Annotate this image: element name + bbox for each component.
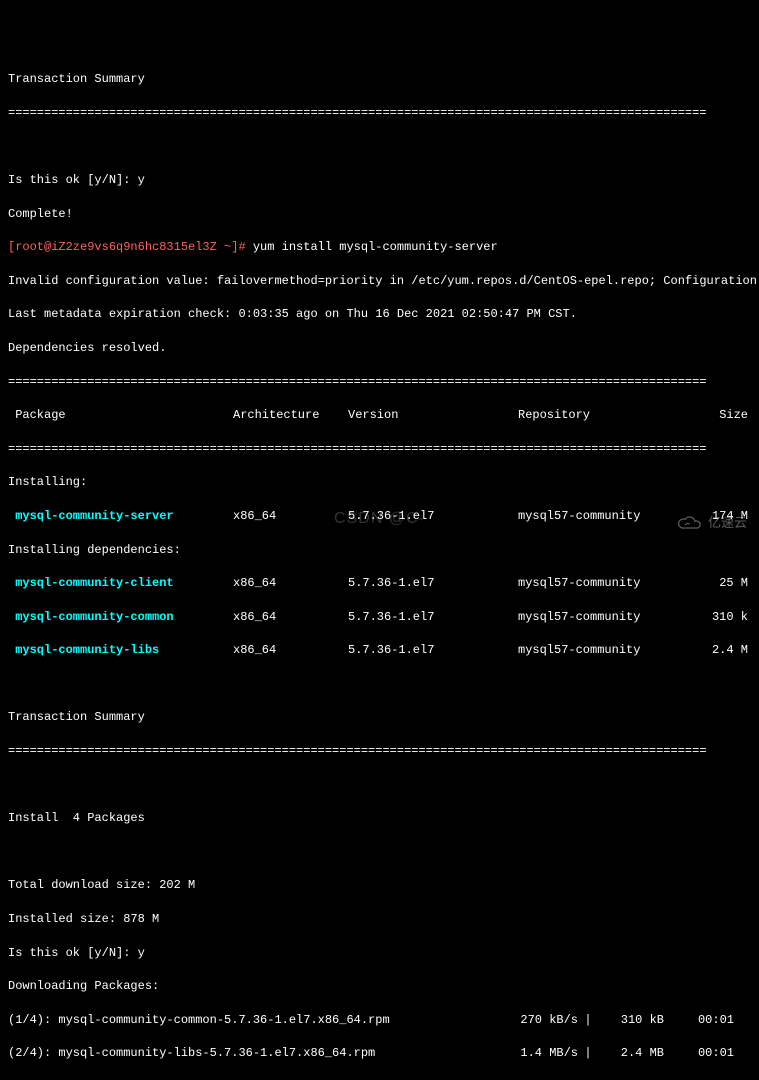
pkg-arch: x86_64: [233, 575, 348, 592]
separator: ========================================…: [8, 105, 751, 122]
pkg-arch: x86_64: [233, 508, 348, 525]
blank: [8, 138, 751, 155]
confirm-prompt: Is this ok [y/N]: y: [8, 172, 751, 189]
pkg-version: 5.7.36-1.el7: [348, 575, 518, 592]
downloading-label: Downloading Packages:: [8, 978, 751, 995]
company-text: 亿速云: [708, 514, 747, 532]
dl-size: 2.4 MB: [598, 1045, 664, 1062]
cloud-icon: [678, 515, 702, 531]
pkg-size: 25 M: [688, 575, 748, 592]
col-repository: Repository: [518, 407, 688, 424]
col-version: Version: [348, 407, 518, 424]
package-row: mysql-community-libsx86_645.7.36-1.el7my…: [8, 642, 751, 659]
table-header-row: PackageArchitectureVersionRepositorySize: [8, 407, 751, 424]
download-size: Total download size: 202 M: [8, 877, 751, 894]
dl-name: (2/4): mysql-community-libs-5.7.36-1.el7…: [8, 1045, 488, 1062]
dl-size: 310 kB: [598, 1012, 664, 1029]
col-arch: Architecture: [233, 407, 348, 424]
deps-resolved: Dependencies resolved.: [8, 340, 751, 357]
confirm-prompt: Is this ok [y/N]: y: [8, 945, 751, 962]
dl-speed: 270 kB/s: [488, 1012, 578, 1029]
dl-time: 00:05: [664, 1079, 734, 1080]
pkg-size: 2.4 M: [688, 642, 748, 659]
dl-speed: 1.4 MB/s: [488, 1045, 578, 1062]
dl-time: 00:01: [664, 1012, 734, 1029]
download-row: (3/4): mysql-community-client-5.7.36-1.e…: [8, 1079, 751, 1080]
transaction-summary-header: Transaction Summary: [8, 709, 751, 726]
installed-size: Installed size: 878 M: [8, 911, 751, 928]
blank: [8, 676, 751, 693]
pkg-repo: mysql57-community: [518, 508, 688, 525]
pkg-name: mysql-community-libs: [8, 642, 233, 659]
blank: [8, 844, 751, 861]
installing-deps-label: Installing dependencies:: [8, 542, 751, 559]
metadata-check: Last metadata expiration check: 0:03:35 …: [8, 306, 751, 323]
separator: ========================================…: [8, 743, 751, 760]
pkg-version: 5.7.36-1.el7: [348, 642, 518, 659]
dl-sep: |: [578, 1012, 598, 1029]
dl-name: (3/4): mysql-community-client-5.7.36-1.e…: [8, 1079, 488, 1080]
install-count: Install 4 Packages: [8, 810, 751, 827]
pkg-arch: x86_64: [233, 642, 348, 659]
pkg-size: 310 k: [688, 609, 748, 626]
download-row: (2/4): mysql-community-libs-5.7.36-1.el7…: [8, 1045, 751, 1062]
pkg-repo: mysql57-community: [518, 642, 688, 659]
shell-prompt-line: [root@iZ2ze9vs6q9n6hc8315el3Z ~]# yum in…: [8, 239, 751, 256]
invalid-config-warning: Invalid configuration value: failovermet…: [8, 273, 751, 290]
pkg-repo: mysql57-community: [518, 575, 688, 592]
dl-size: 25 MB: [598, 1079, 664, 1080]
col-package: Package: [8, 407, 233, 424]
package-row: mysql-community-clientx86_645.7.36-1.el7…: [8, 575, 751, 592]
download-row: (1/4): mysql-community-common-5.7.36-1.e…: [8, 1012, 751, 1029]
complete-text: Complete!: [8, 206, 751, 223]
pkg-version: 5.7.36-1.el7: [348, 609, 518, 626]
shell-prompt: [root@iZ2ze9vs6q9n6hc8315el3Z ~]#: [8, 240, 253, 254]
transaction-summary-header: Transaction Summary: [8, 71, 751, 88]
separator: ========================================…: [8, 441, 751, 458]
dl-sep: |: [578, 1045, 598, 1062]
package-row: mysql-community-commonx86_645.7.36-1.el7…: [8, 609, 751, 626]
dl-speed: 4.9 MB/s: [488, 1079, 578, 1080]
separator: ========================================…: [8, 374, 751, 391]
pkg-name: mysql-community-client: [8, 575, 233, 592]
installing-label: Installing:: [8, 474, 751, 491]
dl-sep: |: [578, 1079, 598, 1080]
pkg-arch: x86_64: [233, 609, 348, 626]
pkg-repo: mysql57-community: [518, 609, 688, 626]
csdn-watermark: CSDN @C-: [334, 508, 425, 530]
pkg-name: mysql-community-server: [8, 508, 233, 525]
dl-name: (1/4): mysql-community-common-5.7.36-1.e…: [8, 1012, 488, 1029]
company-watermark: 亿速云: [678, 514, 747, 532]
blank: [8, 777, 751, 794]
col-size: Size: [688, 407, 748, 424]
pkg-name: mysql-community-common: [8, 609, 233, 626]
command-text: yum install mysql-community-server: [253, 240, 498, 254]
dl-time: 00:01: [664, 1045, 734, 1062]
